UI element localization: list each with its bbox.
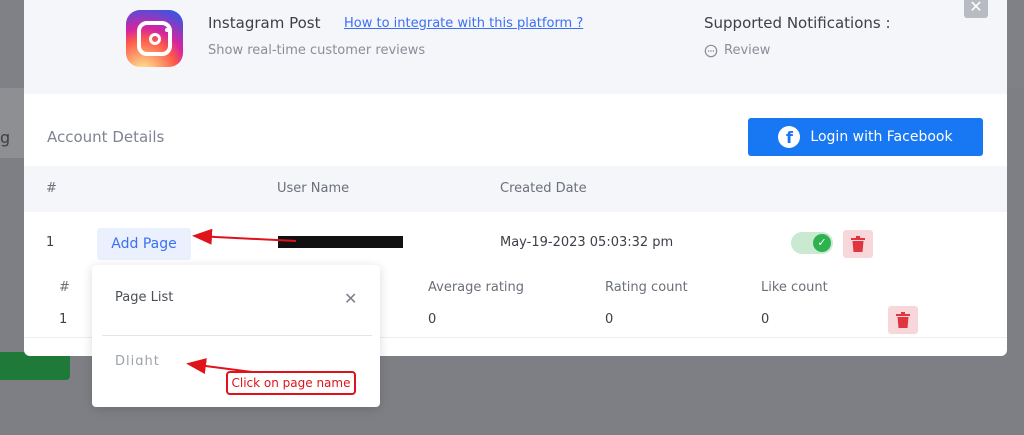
page-list-title: Page List xyxy=(115,290,174,305)
sub-row-like-count: 0 xyxy=(761,312,770,327)
redacted-user-name xyxy=(278,236,403,248)
background-page-strip xyxy=(0,88,24,158)
facebook-icon: f xyxy=(778,126,801,148)
delete-account-button[interactable] xyxy=(843,230,873,258)
sub-header-like-count: Like count xyxy=(761,280,828,295)
account-enabled-toggle[interactable]: ✓ xyxy=(791,232,833,254)
page-list-item[interactable]: Dlight xyxy=(115,353,175,365)
table-row: 1 Add Page May-19-2023 05:03:32 pm ✓ xyxy=(24,212,1007,262)
modal-close-button[interactable]: ✕ xyxy=(964,0,988,18)
account-details-title: Account Details xyxy=(47,128,165,146)
add-page-button[interactable]: Add Page xyxy=(97,228,191,260)
annotation-callout: Click on page name xyxy=(226,371,356,395)
page-name-label: Dlight xyxy=(115,354,160,365)
background-green-button xyxy=(0,352,70,380)
column-header-index: # xyxy=(46,181,57,196)
column-header-created-date: Created Date xyxy=(500,181,587,196)
sub-header-rating-count: Rating count xyxy=(605,280,688,295)
sub-row-rating-count: 0 xyxy=(605,312,614,327)
check-icon: ✓ xyxy=(813,234,831,252)
sub-row-average-rating: 0 xyxy=(428,312,437,327)
login-with-facebook-label: Login with Facebook xyxy=(810,129,953,145)
platform-title: Instagram Post xyxy=(208,14,321,32)
login-with-facebook-button[interactable]: f Login with Facebook xyxy=(748,118,983,156)
instagram-logo-icon xyxy=(126,10,183,67)
chat-bubble-icon xyxy=(704,44,718,57)
row-created-date: May-19-2023 05:03:32 pm xyxy=(500,235,674,250)
integration-help-link[interactable]: How to integrate with this platform ? xyxy=(344,16,583,31)
trash-icon xyxy=(851,236,865,252)
background-tab-fragment: g xyxy=(0,128,11,147)
sub-header-average-rating: Average rating xyxy=(428,280,525,295)
accounts-table-header: # User Name Created Date xyxy=(24,166,1007,212)
popover-divider xyxy=(102,335,372,336)
delete-page-button[interactable] xyxy=(888,306,918,334)
sub-row-index: 1 xyxy=(59,312,68,327)
sub-header-index: # xyxy=(59,280,70,295)
supported-notification-review: Review xyxy=(704,43,770,58)
column-header-user-name: User Name xyxy=(277,181,350,196)
platform-description: Show real-time customer reviews xyxy=(208,43,426,58)
row-index: 1 xyxy=(46,235,55,250)
trash-icon xyxy=(896,312,910,328)
review-label: Review xyxy=(724,43,771,58)
supported-notifications-title: Supported Notifications : xyxy=(704,14,891,32)
close-icon[interactable]: ✕ xyxy=(344,289,357,308)
